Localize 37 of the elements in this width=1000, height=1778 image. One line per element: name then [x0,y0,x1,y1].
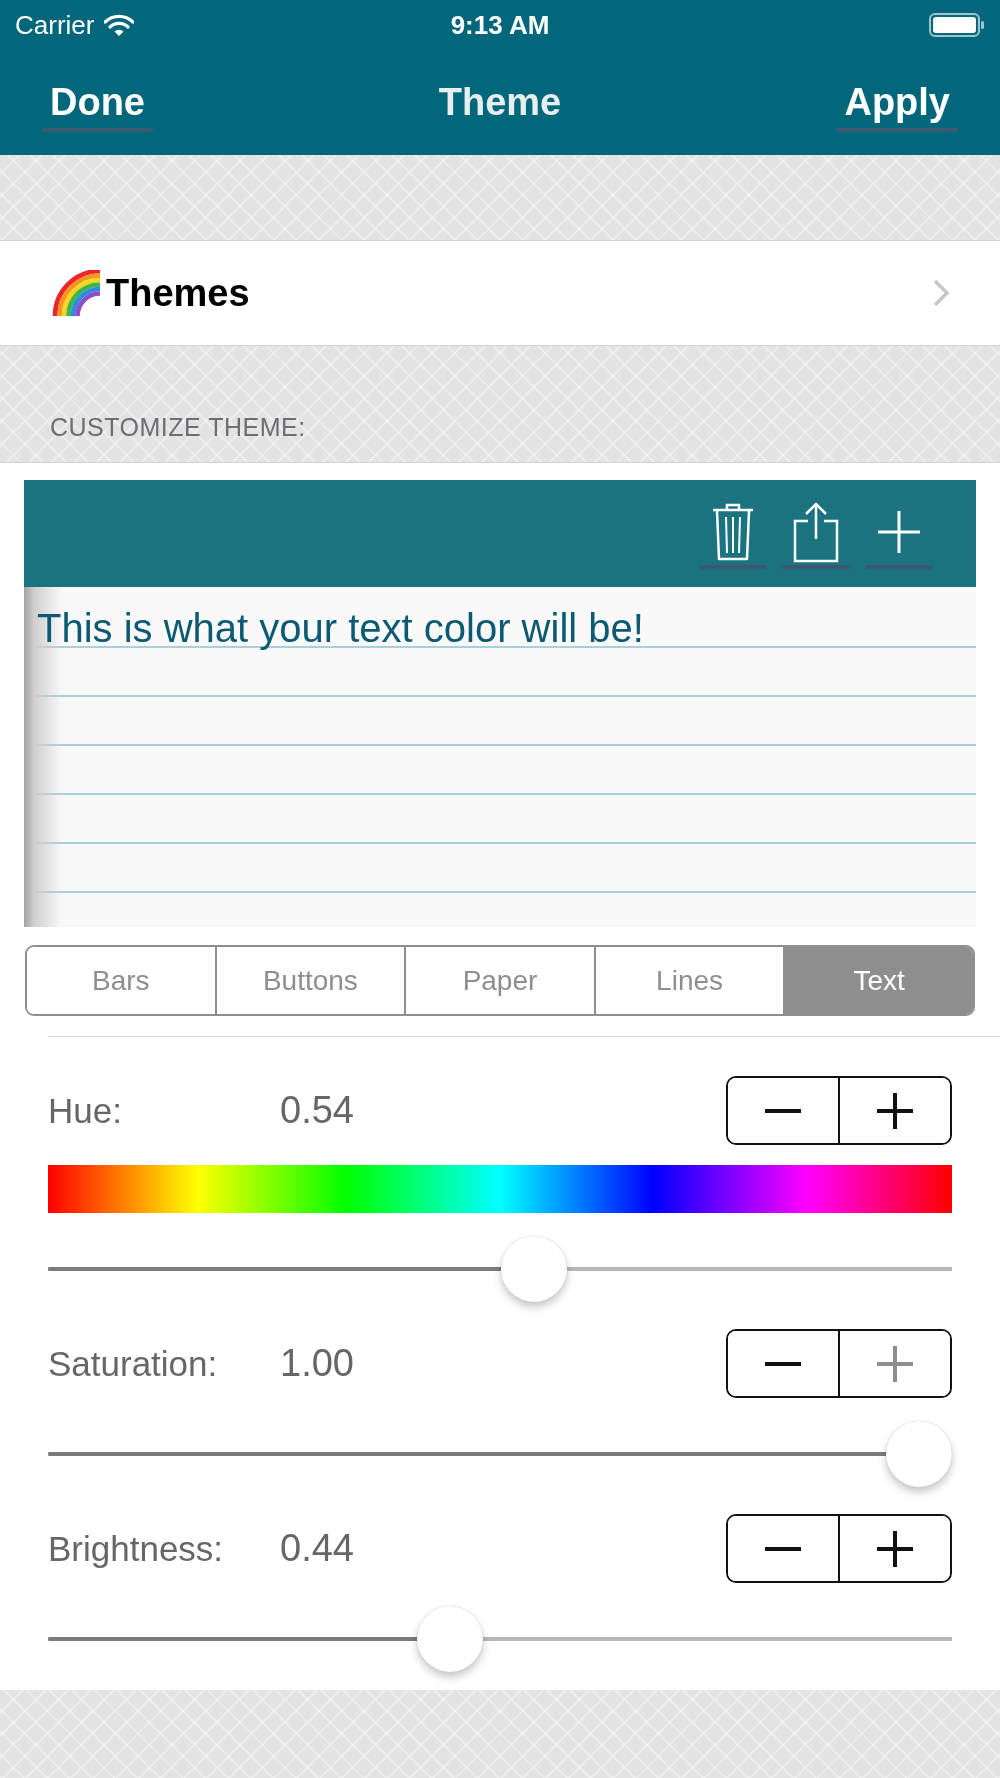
themes-row[interactable]: Themes [0,240,1000,346]
slider-value: 0.44 [280,1527,354,1570]
increase-button[interactable] [838,1516,950,1581]
minus-icon [765,1108,801,1113]
stepper[interactable] [726,1329,952,1398]
minus-icon [765,1546,801,1551]
section-header: CUSTOMIZE THEME: [50,413,306,442]
slider-thumb[interactable] [886,1421,952,1487]
apply-button[interactable]: Apply [836,73,958,132]
themes-label: Themes [106,271,250,315]
nav-title: Theme [438,81,562,124]
stepper[interactable] [726,1514,952,1583]
slider-value: 1.00 [280,1342,354,1385]
wifi-icon [104,14,135,36]
sample-text: This is what your text color will be! [37,605,645,651]
plus-icon [878,510,920,553]
done-button[interactable]: Done [42,73,153,132]
plus-icon [877,1092,913,1129]
carrier-name: Carrier [15,9,95,41]
slider-label: Saturation: [48,1343,219,1384]
battery-icon [929,13,985,37]
share-icon [792,500,840,563]
minus-icon [765,1361,801,1366]
rainbow-icon [50,270,100,316]
chevron-icon [933,279,950,307]
slider-thumb[interactable] [500,1236,567,1302]
plus-icon [877,1345,913,1382]
status-time: 9:13 AM [450,9,550,41]
slider-label: Hue: [48,1090,123,1131]
segment-tab[interactable]: Text [783,947,973,1014]
slider-label: Brightness: [48,1528,225,1569]
increase-button[interactable] [838,1078,950,1143]
slider-thumb[interactable] [416,1606,483,1672]
trash-icon [711,502,755,561]
slider-value: 0.54 [280,1089,354,1132]
stepper[interactable] [726,1076,952,1145]
plus-icon [877,1530,913,1567]
